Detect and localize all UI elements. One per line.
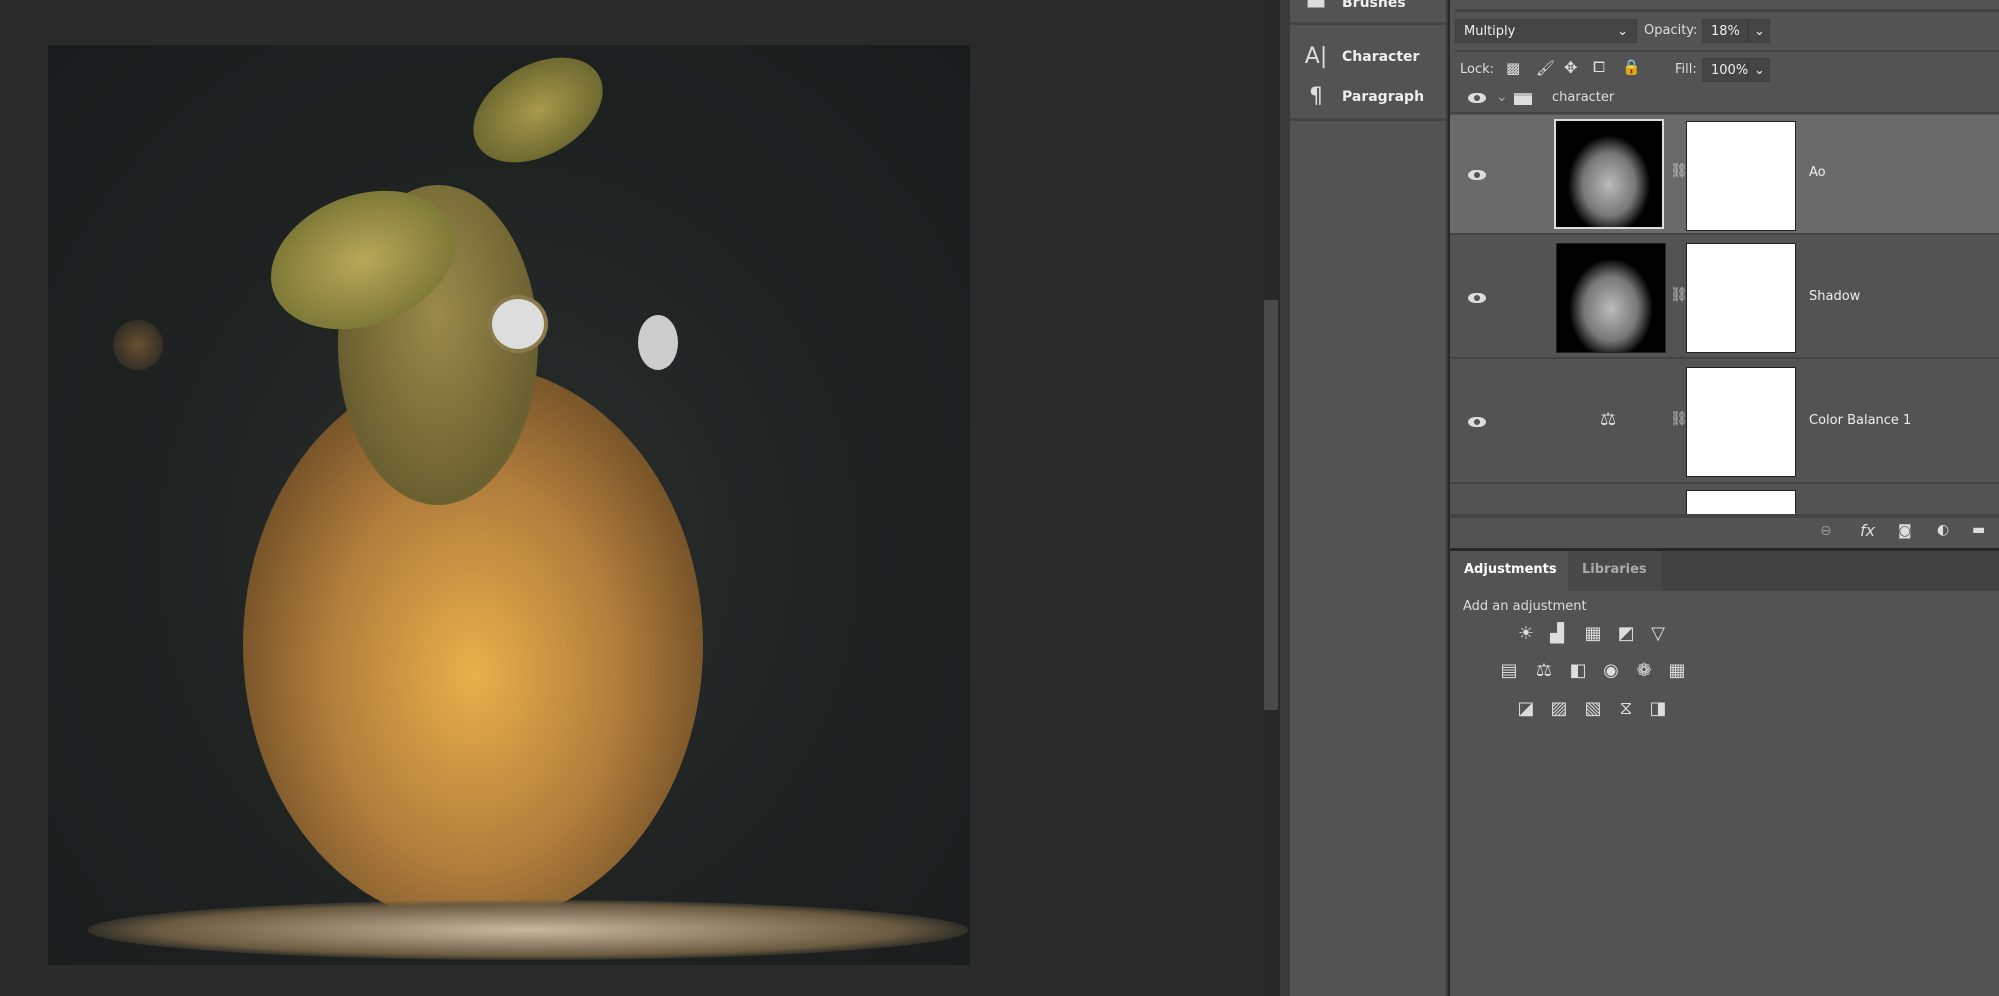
layer-name: Ao [1809, 165, 1826, 180]
fill-input[interactable]: 100% [1702, 58, 1748, 82]
chevron-down-icon[interactable]: ⌄ [1496, 89, 1508, 105]
fx-icon[interactable]: fx [1860, 521, 1875, 540]
layer-row-partial[interactable] [1450, 486, 1999, 516]
opacity-input[interactable]: 18% [1702, 19, 1748, 43]
layer-row[interactable]: ⛓ Shadow [1450, 237, 1999, 359]
blend-mode-value: Multiply [1464, 23, 1516, 39]
layer-thumbnail[interactable] [1556, 243, 1666, 353]
lock-all-icon[interactable]: 🔒 [1622, 58, 1641, 76]
chevron-down-icon: ⌄ [1617, 23, 1628, 39]
vibrance-icon[interactable]: ▽ [1647, 624, 1669, 644]
gradient-map-icon[interactable]: ◨ [1647, 699, 1669, 719]
character-icon: A| [1304, 44, 1328, 69]
lock-position-icon[interactable]: ✥ [1564, 58, 1577, 77]
layers-panel: Multiply ⌄ Opacity: 18% ⌄ Lock: ▩ 🖌 ✥ ⧠ 🔒… [1450, 0, 1999, 548]
visibility-eye-icon[interactable] [1468, 417, 1486, 427]
visibility-eye-icon[interactable] [1468, 93, 1486, 103]
fill-label: Fill: [1675, 62, 1697, 77]
fill-value: 100% [1711, 62, 1749, 78]
selective-color-icon[interactable]: ⧖ [1615, 699, 1637, 719]
fill-dropdown[interactable]: ⌄ [1748, 58, 1770, 82]
blend-mode-select[interactable]: Multiply ⌄ [1455, 19, 1637, 43]
lock-image-pixels-icon[interactable]: 🖌 [1536, 59, 1555, 77]
paragraph-panel-button[interactable]: ¶ Paragraph [1304, 84, 1424, 109]
layer-name: Color Balance 1 [1809, 413, 1912, 428]
opacity-label: Opacity: [1644, 23, 1698, 38]
invert-icon[interactable]: ◪ [1515, 699, 1537, 719]
color-balance-icon: ⚖ [1600, 409, 1617, 430]
brushes-panel-button[interactable]: ▬ Brushes [1304, 0, 1406, 15]
visibility-eye-icon[interactable] [1468, 170, 1486, 180]
channel-mixer-icon[interactable]: ❁ [1633, 661, 1655, 681]
lock-transparent-pixels-icon[interactable]: ▩ [1506, 59, 1520, 77]
lock-artboard-icon[interactable]: ⧠ [1593, 58, 1605, 76]
color-balance-icon[interactable]: ⚖ [1533, 661, 1555, 681]
tab-adjustments[interactable]: Adjustments [1450, 551, 1571, 591]
new-group-folder-icon[interactable]: ▬ [1972, 522, 1985, 538]
artwork-image [48, 45, 970, 965]
visibility-eye-icon[interactable] [1468, 293, 1486, 303]
layer-mask-thumbnail[interactable] [1686, 367, 1796, 477]
color-lookup-icon[interactable]: ▦ [1666, 661, 1688, 681]
levels-icon[interactable]: ▟ [1546, 624, 1568, 644]
collapsed-panels: ▬ Brushes A| Character ¶ Paragraph [1290, 0, 1448, 996]
brushes-label: Brushes [1342, 0, 1406, 11]
panel-divider [1280, 0, 1290, 996]
layer-group-name: character [1552, 90, 1615, 105]
layer-mask-thumbnail[interactable] [1686, 121, 1796, 231]
layer-mask-thumbnail[interactable] [1686, 243, 1796, 353]
add-adjustment-label: Add an adjustment [1463, 599, 1587, 614]
layer-mask-thumbnail [1686, 490, 1796, 514]
layer-thumbnail[interactable] [1554, 119, 1664, 229]
character-panel-button[interactable]: A| Character [1304, 44, 1420, 69]
opacity-dropdown[interactable]: ⌄ [1748, 19, 1770, 43]
layer-row[interactable]: ⚖ ⛓ Color Balance 1 [1450, 361, 1999, 484]
tab-libraries[interactable]: Libraries [1568, 551, 1661, 591]
add-mask-icon[interactable]: ◙ [1898, 523, 1912, 539]
black-white-icon[interactable]: ◧ [1567, 661, 1589, 681]
folder-icon [1514, 93, 1532, 105]
hue-saturation-icon[interactable]: ▤ [1498, 661, 1520, 681]
layer-name: Shadow [1809, 289, 1861, 304]
opacity-value: 18% [1711, 23, 1740, 39]
posterize-icon[interactable]: ▨ [1548, 699, 1570, 719]
link-layers-icon[interactable]: ⊖ [1820, 523, 1832, 539]
brush-icon: ▬ [1305, 0, 1327, 15]
brightness-contrast-icon[interactable]: ☀ [1515, 624, 1537, 644]
threshold-icon[interactable]: ▧ [1582, 699, 1604, 719]
curves-icon[interactable]: ▦ [1582, 624, 1604, 644]
new-adjustment-layer-icon[interactable]: ◐ [1937, 522, 1949, 538]
paragraph-icon: ¶ [1309, 84, 1323, 109]
layer-row[interactable]: ⛓ Ao [1450, 115, 1999, 235]
exposure-icon[interactable]: ◩ [1615, 624, 1637, 644]
lock-label: Lock: [1460, 62, 1495, 77]
character-label: Character [1342, 48, 1420, 65]
layers-footer: ⊖ fx ◙ ◐ ▬ [1450, 516, 1999, 548]
photo-filter-icon[interactable]: ◉ [1600, 661, 1622, 681]
paragraph-label: Paragraph [1342, 88, 1425, 105]
layer-group-row[interactable]: ⌄ character [1450, 84, 1999, 114]
canvas-area[interactable] [0, 0, 1262, 996]
canvas-scrollbar[interactable] [1264, 300, 1278, 710]
adjustments-panel: Adjustments Libraries Add an adjustment … [1450, 551, 1999, 996]
